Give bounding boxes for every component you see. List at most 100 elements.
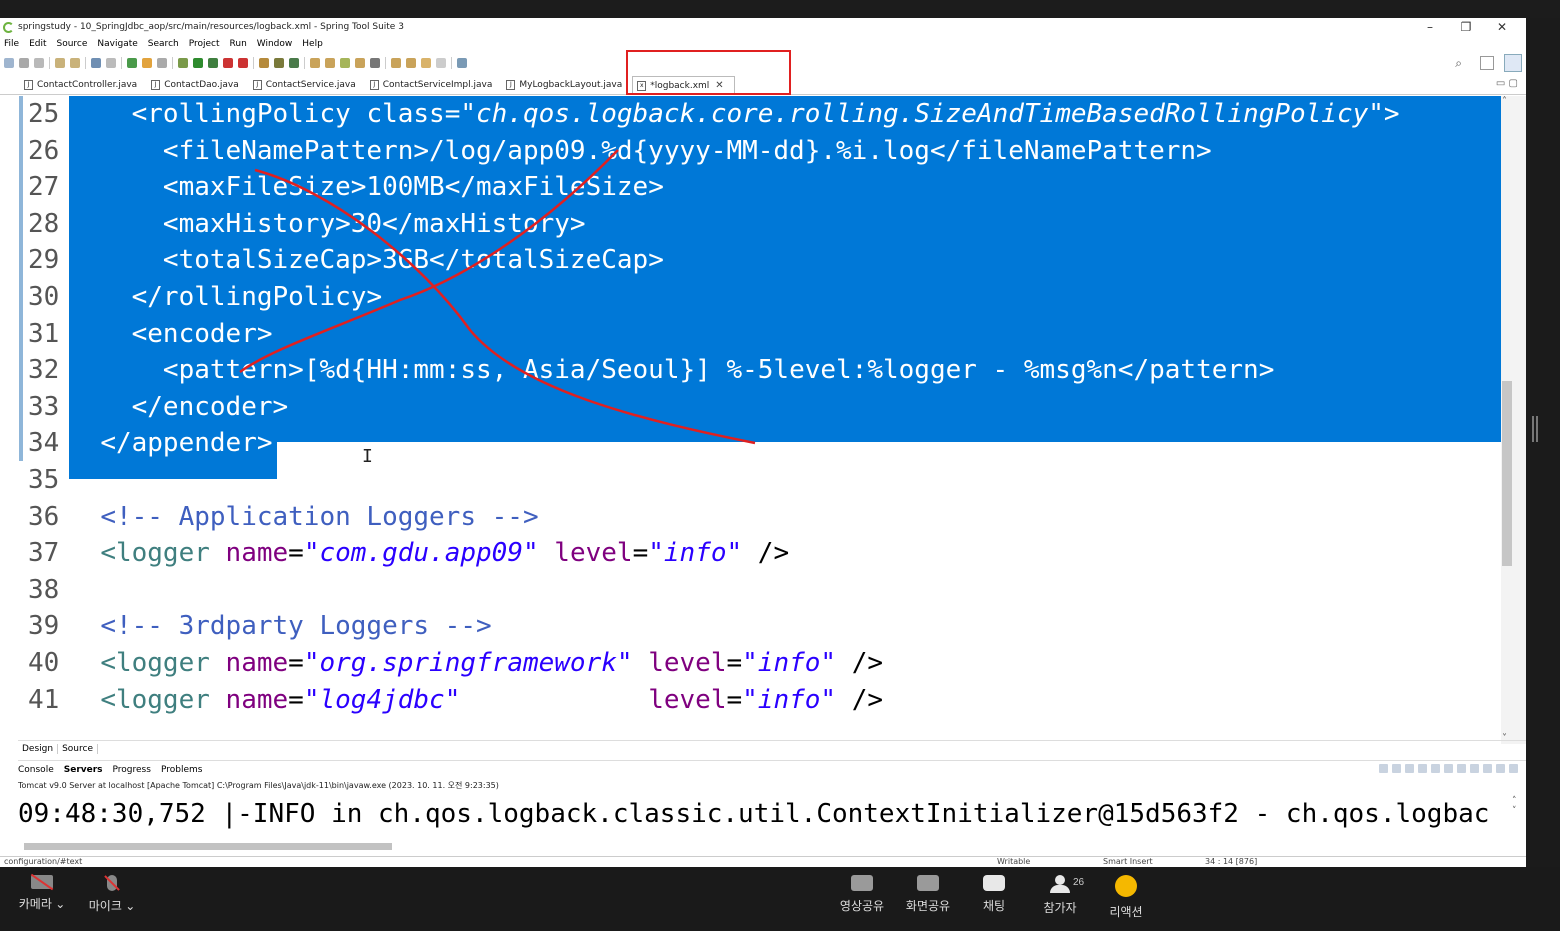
menu-project[interactable]: Project	[189, 39, 220, 49]
new-icon[interactable]	[4, 58, 14, 68]
tab-contactcontroller[interactable]: J ContactController.java	[20, 76, 147, 94]
clear-console-icon[interactable]	[1418, 764, 1427, 773]
save-all-icon[interactable]	[34, 58, 44, 68]
open-folder-icon[interactable]	[310, 58, 320, 68]
code-line[interactable]: <fileNamePattern>/log/app09.%d{yyyy-MM-d…	[69, 133, 1212, 169]
word-wrap-icon[interactable]	[1444, 764, 1453, 773]
code-line[interactable]: <logger name="log4jdbc" level="info" />	[69, 682, 883, 718]
pin-console-icon[interactable]	[1457, 764, 1466, 773]
menu-source[interactable]: Source	[57, 39, 88, 49]
scroll-lock-icon[interactable]	[1431, 764, 1440, 773]
menu-file[interactable]: File	[4, 39, 19, 49]
minimize-view-icon[interactable]	[1496, 764, 1505, 773]
menu-help[interactable]: Help	[302, 39, 323, 49]
chat-button[interactable]: 채팅	[967, 875, 1021, 914]
scroll-thumb[interactable]	[24, 843, 392, 850]
maximize-view-icon[interactable]	[1509, 764, 1518, 773]
coverage-icon[interactable]	[238, 58, 248, 68]
editor-vertical-scrollbar[interactable]: ˄ ˅	[1501, 96, 1526, 744]
code-line[interactable]: <totalSizeCap>3GB</totalSizeCap>	[69, 242, 664, 278]
code-line[interactable]: </rollingPolicy>	[69, 279, 382, 315]
code-line[interactable]: <pattern>[%d{HH:mm:ss, Asia/Seoul}] %-5l…	[69, 352, 1274, 388]
remove-launch-icon[interactable]	[1392, 764, 1401, 773]
console-vertical-scrollbar[interactable]: ˄ ˅	[1512, 796, 1524, 836]
share-screen-button[interactable]: 화면공유	[901, 875, 955, 914]
new-wizard-icon[interactable]	[289, 58, 299, 68]
scroll-up-icon[interactable]: ˄	[1502, 96, 1507, 107]
start-server-icon[interactable]	[127, 58, 137, 68]
skip-breakpoints-icon[interactable]	[106, 58, 116, 68]
spring-perspective-icon[interactable]	[1504, 54, 1522, 72]
resize-grip[interactable]	[1532, 416, 1538, 442]
tab-mylogbacklayout[interactable]: J MyLogbackLayout.java	[502, 76, 632, 94]
menu-search[interactable]: Search	[148, 39, 179, 49]
code-line[interactable]: <!-- Application Loggers -->	[69, 499, 538, 535]
tab-contactservice[interactable]: J ContactService.java	[249, 76, 366, 94]
code-line[interactable]: </appender>	[69, 425, 272, 461]
share-video-button[interactable]: 영상공유	[835, 875, 889, 914]
tab-design[interactable]: Design	[18, 743, 59, 754]
forward-icon[interactable]	[436, 58, 446, 68]
refresh-icon[interactable]	[142, 58, 152, 68]
tab-source[interactable]: Source	[58, 743, 98, 754]
new-class-icon[interactable]	[274, 58, 284, 68]
menu-run[interactable]: Run	[230, 39, 247, 49]
code-line[interactable]: <encoder>	[69, 316, 273, 352]
remove-all-icon[interactable]	[1405, 764, 1414, 773]
tab-problems[interactable]: Problems	[161, 765, 202, 775]
code-line[interactable]: <maxHistory>30</maxHistory>	[69, 206, 586, 242]
mic-control[interactable]: 마이크 ⌄	[84, 875, 140, 914]
display-console-icon[interactable]	[1470, 764, 1479, 773]
search-files-icon[interactable]	[355, 58, 365, 68]
open-resource-icon[interactable]	[70, 58, 80, 68]
pen-icon[interactable]	[340, 58, 350, 68]
code-line[interactable]: <maxFileSize>100MB</maxFileSize>	[69, 169, 664, 205]
camera-control[interactable]: 카메라 ⌄	[14, 875, 70, 912]
menu-edit[interactable]: Edit	[29, 39, 46, 49]
link-icon[interactable]	[157, 58, 167, 68]
minimize-button[interactable]: –	[1412, 18, 1448, 36]
stop-icon[interactable]	[223, 58, 233, 68]
tab-servers[interactable]: Servers	[64, 765, 103, 775]
search-icon[interactable]: ⌕	[1455, 56, 1462, 71]
code-line[interactable]: </encoder>	[69, 389, 289, 425]
annotation-nav-icon[interactable]	[391, 58, 401, 68]
code-line[interactable]: <rollingPolicy class="ch.qos.logback.cor…	[69, 96, 1400, 132]
code-line[interactable]: <logger name="com.gdu.app09" level="info…	[69, 535, 789, 571]
participants-button[interactable]: 26 참가자	[1033, 875, 1087, 916]
restore-button[interactable]: ❐	[1448, 18, 1484, 36]
open-type-icon[interactable]	[55, 58, 65, 68]
tab-contactserviceimpl[interactable]: J ContactServiceImpl.java	[366, 76, 503, 94]
console-horizontal-scrollbar[interactable]	[18, 840, 1512, 852]
run-external-icon[interactable]	[208, 58, 218, 68]
open-console-icon[interactable]	[1483, 764, 1492, 773]
tab-progress[interactable]: Progress	[113, 765, 151, 775]
code-token: >	[288, 355, 304, 386]
save-icon[interactable]	[19, 58, 29, 68]
last-edit-icon[interactable]	[406, 58, 416, 68]
menu-window[interactable]: Window	[257, 39, 293, 49]
console-output[interactable]: 09:48:30,752 |-INFO in ch.qos.logback.cl…	[18, 794, 1512, 834]
open-perspective-icon[interactable]	[1480, 56, 1494, 70]
debug-icon[interactable]	[178, 58, 188, 68]
pin-editor-icon[interactable]	[457, 58, 467, 68]
code-token: level	[648, 648, 727, 678]
code-line[interactable]: <logger name="org.springframework" level…	[69, 645, 883, 681]
maximize-editor-icon[interactable]: ▭ ▢	[1496, 78, 1518, 89]
globe-icon[interactable]	[370, 58, 380, 68]
menu-navigate[interactable]: Navigate	[97, 39, 137, 49]
scroll-thumb[interactable]	[1502, 381, 1512, 566]
xml-source-editor[interactable]: <rollingPolicy class="ch.qos.logback.cor…	[69, 96, 1501, 744]
tab-contactdao[interactable]: J ContactDao.java	[147, 76, 249, 94]
run-icon[interactable]	[193, 58, 203, 68]
tab-console[interactable]: Console	[18, 765, 54, 775]
code-line[interactable]: <!-- 3rdparty Loggers -->	[69, 608, 491, 644]
open-file-icon[interactable]	[325, 58, 335, 68]
close-window-button[interactable]: ✕	[1484, 18, 1520, 36]
meeting-controls-bar: 카메라 ⌄ 마이크 ⌄ 영상공유 화면공유 채팅 26 참가자 리액션	[0, 867, 1560, 931]
new-package-icon[interactable]	[259, 58, 269, 68]
back-icon[interactable]	[421, 58, 431, 68]
terminate-icon[interactable]	[1379, 764, 1388, 773]
terminal-icon[interactable]	[91, 58, 101, 68]
reaction-button[interactable]: 리액션	[1099, 875, 1153, 920]
